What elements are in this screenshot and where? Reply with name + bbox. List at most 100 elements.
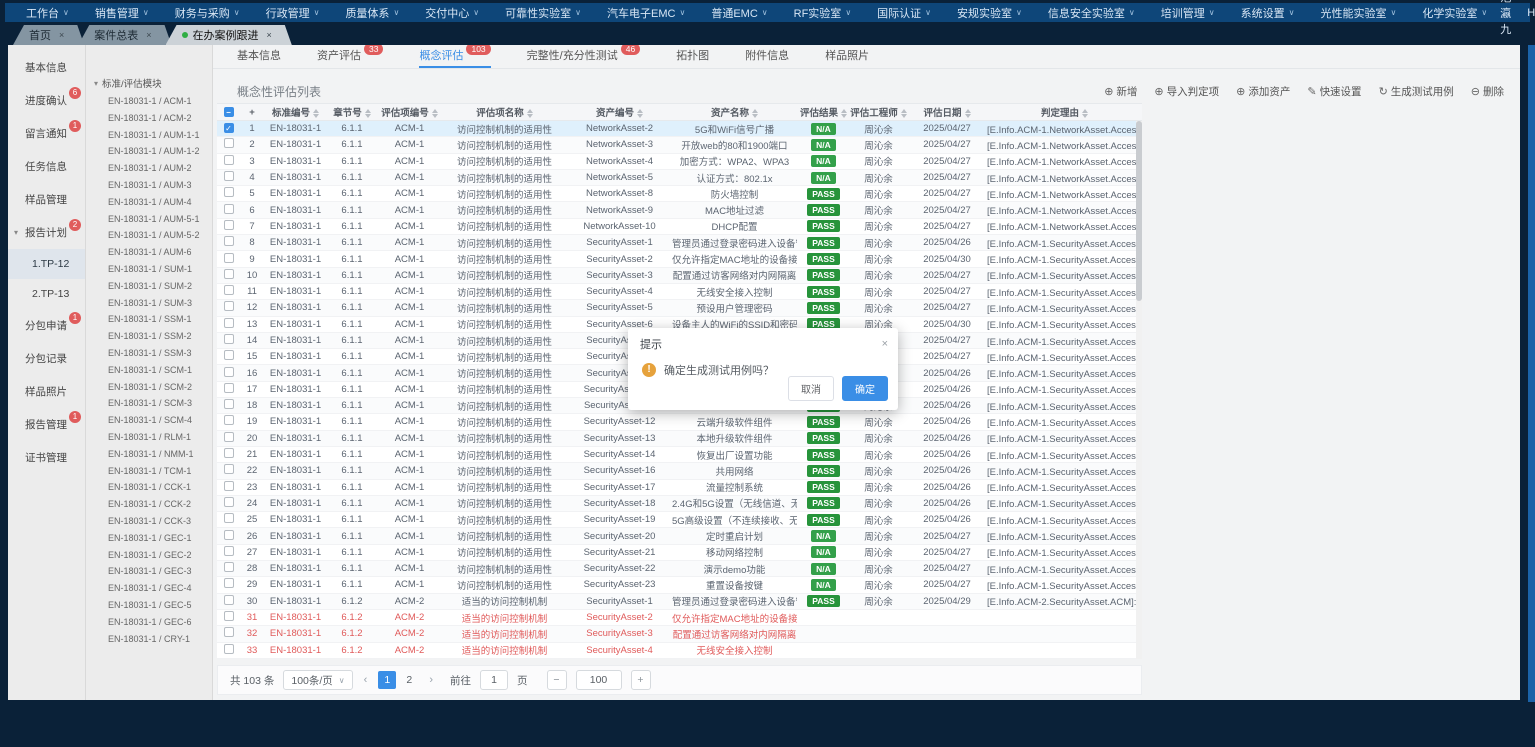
sort-icon[interactable] [752,109,758,118]
tree-item[interactable]: EN-18031-1 / CRY-1 [86,631,212,648]
tree-item[interactable]: EN-18031-1 / GEC-2 [86,547,212,564]
sort-icon[interactable] [365,109,371,118]
cell-checkbox[interactable] [217,497,240,510]
sidebar-item-报告计划[interactable]: ▾报告计划2 [8,216,85,249]
sidebar-item-证书管理[interactable]: 证书管理 [8,441,85,474]
sidebar-item-分包申请[interactable]: 分包申请1 [8,309,85,342]
row-checkbox[interactable] [224,481,234,491]
row-checkbox[interactable] [224,301,234,311]
sort-icon[interactable] [432,109,438,118]
tree-item[interactable]: EN-18031-1 / SCM-4 [86,412,212,429]
row-checkbox[interactable] [224,138,234,148]
page-button-1[interactable]: 1 [378,671,396,689]
cell-checkbox[interactable] [217,578,240,591]
tree-header[interactable]: ▾ 标准/评估模块 [86,73,212,93]
tree-item[interactable]: EN-18031-1 / AUM-6 [86,244,212,261]
tab-概念评估[interactable]: 概念评估103 [419,47,490,68]
header-cell-章节号[interactable]: 章节号 [327,105,377,119]
sidebar-item-样品照片[interactable]: 样品照片 [8,375,85,408]
tree-item[interactable]: EN-18031-1 / GEC-1 [86,530,212,547]
tab-拓扑图[interactable]: 拓扑图 [676,47,709,68]
tree-item[interactable]: EN-18031-1 / GEC-4 [86,580,212,597]
table-row[interactable]: 12EN-18031-16.1.1ACM-1访问控制机制的适用性Security… [217,300,1142,316]
table-row[interactable]: 33EN-18031-16.1.2ACM-2适当的访问控制机制SecurityA… [217,643,1142,659]
row-checkbox[interactable] [224,236,234,246]
row-checkbox[interactable]: ✓ [224,123,234,133]
sort-icon[interactable] [1082,109,1088,118]
next-page-button[interactable]: › [427,674,435,686]
row-checkbox[interactable] [224,546,234,556]
table-scrollbar[interactable] [1136,121,1142,659]
tree-item[interactable]: EN-18031-1 / AUM-1-1 [86,127,212,144]
sidebar-item-报告管理[interactable]: 报告管理1 [8,408,85,441]
tree-item[interactable]: EN-18031-1 / SSM-2 [86,328,212,345]
sort-icon[interactable] [965,109,971,118]
cell-checkbox[interactable] [217,481,240,494]
sidebar-item-分包记录[interactable]: 分包记录 [8,342,85,375]
table-row[interactable]: 5EN-18031-16.1.1ACM-1访问控制机制的适用性NetworkAs… [217,186,1142,202]
cell-checkbox[interactable] [217,513,240,526]
row-checkbox[interactable] [224,399,234,409]
cell-checkbox[interactable] [217,644,240,657]
table-row[interactable]: 26EN-18031-16.1.1ACM-1访问控制机制的适用性Security… [217,528,1142,544]
size-stepper-input[interactable] [576,670,622,690]
menu-item-交付中心[interactable]: 交付中心∨ [412,5,492,21]
cell-checkbox[interactable] [217,627,240,640]
cell-checkbox[interactable] [217,204,240,217]
table-row[interactable]: 2EN-18031-16.1.1ACM-1访问控制机制的适用性NetworkAs… [217,137,1142,153]
sidebar-subitem-2.TP-13[interactable]: 2.TP-13 [8,279,85,309]
tab-完整性/充分性测试[interactable]: 完整性/充分性测试46 [527,47,641,68]
添加资产-button[interactable]: ⊕添加资产 [1236,84,1290,99]
sort-icon[interactable] [901,109,907,118]
header-cell-评估工程师[interactable]: 评估工程师 [850,105,907,119]
tree-item[interactable]: EN-18031-1 / SSM-3 [86,345,212,362]
header-cell-评估结果[interactable]: 评估结果 [797,105,850,119]
cell-checkbox[interactable] [217,285,240,298]
cell-checkbox[interactable] [217,236,240,249]
cell-checkbox[interactable] [217,432,240,445]
tree-item[interactable]: EN-18031-1 / SCM-3 [86,395,212,412]
menu-item-普通EMC[interactable]: 普通EMC∨ [698,5,780,21]
tree-item[interactable]: EN-18031-1 / AUM-3 [86,177,212,194]
table-row[interactable]: ✓1EN-18031-16.1.1ACM-1访问控制机制的适用性NetworkA… [217,121,1142,137]
row-checkbox[interactable] [224,350,234,360]
table-row[interactable]: 9EN-18031-16.1.1ACM-1访问控制机制的适用性SecurityA… [217,251,1142,267]
page-button-2[interactable]: 2 [400,671,418,689]
cell-checkbox[interactable] [217,530,240,543]
row-checkbox[interactable] [224,171,234,181]
tree-item[interactable]: EN-18031-1 / CCK-2 [86,496,212,513]
tree-item[interactable]: EN-18031-1 / GEC-5 [86,597,212,614]
sort-icon[interactable] [313,109,319,118]
window-scrollbar[interactable] [1528,45,1535,702]
tree-item[interactable]: EN-18031-1 / AUM-5-1 [86,211,212,228]
menu-item-光性能实验室[interactable]: 光性能实验室∨ [1307,5,1409,21]
tab-样品照片[interactable]: 样品照片 [825,47,869,68]
cell-checkbox[interactable] [217,464,240,477]
tree-item[interactable]: EN-18031-1 / CCK-3 [86,513,212,530]
生成测试用例-button[interactable]: ↻生成测试用例 [1379,84,1454,99]
table-row[interactable]: 23EN-18031-16.1.1ACM-1访问控制机制的适用性Security… [217,480,1142,496]
导入判定项-button[interactable]: ⊕导入判定项 [1154,84,1219,99]
cell-checkbox[interactable] [217,399,240,412]
menu-item-信息安全实验室[interactable]: 信息安全实验室∨ [1035,5,1148,21]
close-icon[interactable]: × [882,338,888,350]
tree-item[interactable]: EN-18031-1 / AUM-1-2 [86,143,212,160]
cell-checkbox[interactable] [217,138,240,151]
cell-checkbox[interactable] [217,318,240,331]
row-checkbox[interactable] [224,644,234,654]
cell-checkbox[interactable] [217,448,240,461]
tab-资产评估[interactable]: 资产评估33 [317,47,383,68]
cell-checkbox[interactable] [217,546,240,559]
tree-item[interactable]: EN-18031-1 / GEC-3 [86,563,212,580]
cell-checkbox[interactable] [217,171,240,184]
cell-checkbox[interactable] [217,595,240,608]
row-checkbox[interactable] [224,318,234,328]
table-row[interactable]: 8EN-18031-16.1.1ACM-1访问控制机制的适用性SecurityA… [217,235,1142,251]
tree-item[interactable]: EN-18031-1 / SCM-2 [86,379,212,396]
row-checkbox[interactable] [224,383,234,393]
table-row[interactable]: 10EN-18031-16.1.1ACM-1访问控制机制的适用性Security… [217,268,1142,284]
row-checkbox[interactable] [224,627,234,637]
cell-checkbox[interactable] [217,350,240,363]
header-cell-评估日期[interactable]: 评估日期 [907,105,987,119]
sort-icon[interactable] [527,109,533,118]
